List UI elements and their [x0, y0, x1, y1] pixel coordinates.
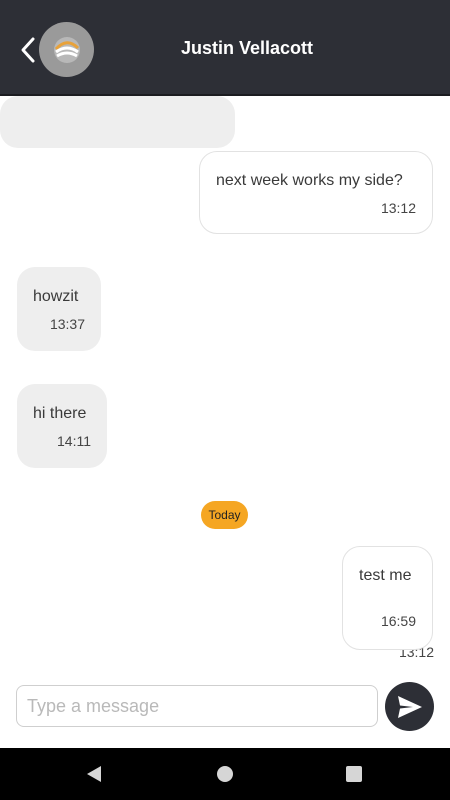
contact-name: Justin Vellacott — [180, 38, 314, 58]
message-time: 14:11 — [57, 433, 91, 449]
message-time: 13:12 — [380, 200, 416, 216]
message-text: hi there — [33, 405, 87, 422]
message-text: howzit — [33, 288, 79, 305]
message-time: 13:37 — [49, 316, 85, 332]
chat-header: Justin Vellacott — [0, 0, 450, 96]
nav-home-icon[interactable] — [217, 766, 233, 782]
message-composer — [0, 674, 450, 748]
message-bubble-outgoing[interactable]: test me 16:59 — [342, 546, 433, 650]
message-text: test me — [359, 567, 412, 584]
message-bubble-incoming[interactable]: howzit 13:37 — [17, 267, 101, 351]
message-time: 16:59 — [380, 613, 416, 629]
system-nav-bar — [0, 748, 450, 800]
message-text: next week works my side? — [216, 172, 403, 189]
message-bubble-incoming: 13:12 — [0, 96, 434, 660]
send-button[interactable] — [385, 682, 434, 731]
message-input[interactable] — [16, 685, 378, 727]
message-bubble-outgoing[interactable]: next week works my side? 13:12 — [199, 151, 433, 234]
message-bubble-incoming[interactable]: hi there 14:11 — [17, 384, 107, 468]
date-divider: Today — [201, 501, 248, 529]
send-icon — [397, 695, 422, 718]
message-list[interactable]: 13:12 next week works my side? 13:12 how… — [0, 96, 450, 674]
nav-recents-icon[interactable] — [346, 766, 362, 782]
nav-back-icon[interactable] — [86, 765, 102, 783]
